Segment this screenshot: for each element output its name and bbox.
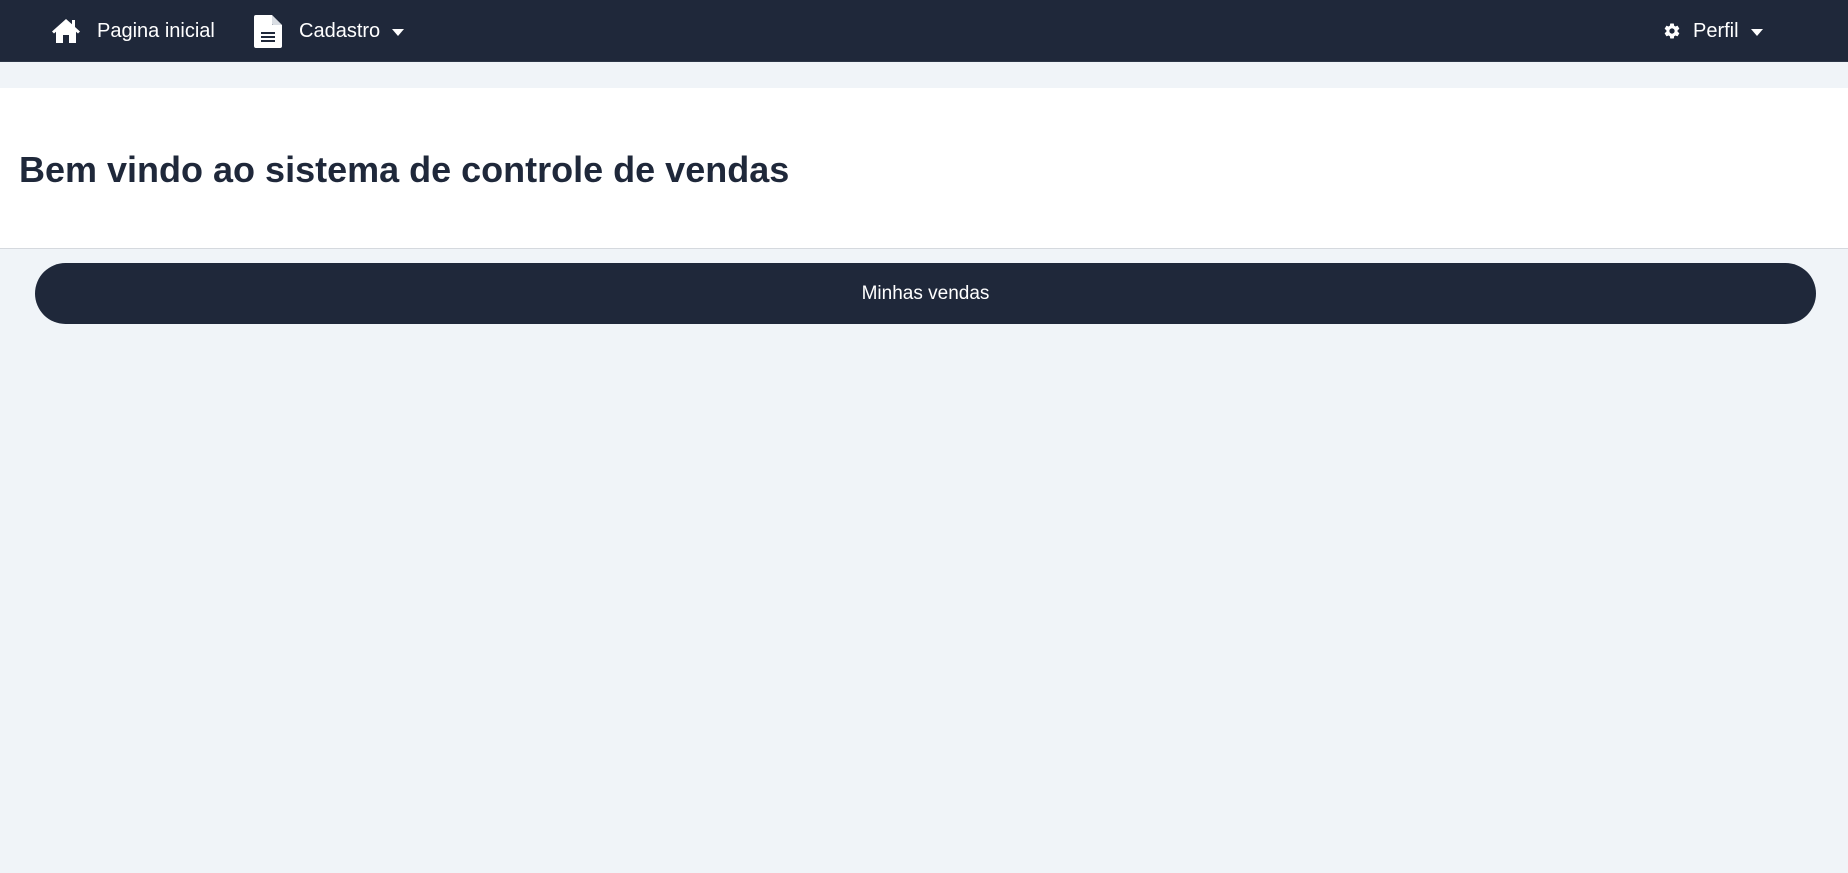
nav-home-label: Pagina inicial: [97, 19, 215, 42]
my-sales-button[interactable]: Minhas vendas: [35, 263, 1816, 324]
chevron-down-icon: [392, 28, 405, 36]
document-icon: [253, 14, 283, 48]
top-navbar: Pagina inicial Cadastro Perfil: [0, 0, 1848, 62]
nav-home-link[interactable]: Pagina inicial: [51, 0, 215, 62]
nav-perfil-dropdown[interactable]: Perfil: [1662, 0, 1763, 62]
chevron-down-icon: [1750, 28, 1763, 36]
page-title: Bem vindo ao sistema de controle de vend…: [19, 149, 790, 190]
my-sales-button-label: Minhas vendas: [861, 282, 990, 304]
nav-cadastro-dropdown[interactable]: Cadastro: [253, 0, 405, 62]
gear-icon: [1662, 21, 1682, 41]
welcome-panel: Bem vindo ao sistema de controle de vend…: [0, 88, 1848, 249]
nav-cadastro-label: Cadastro: [299, 19, 381, 42]
home-icon: [51, 16, 81, 46]
nav-perfil-label: Perfil: [1693, 19, 1739, 42]
